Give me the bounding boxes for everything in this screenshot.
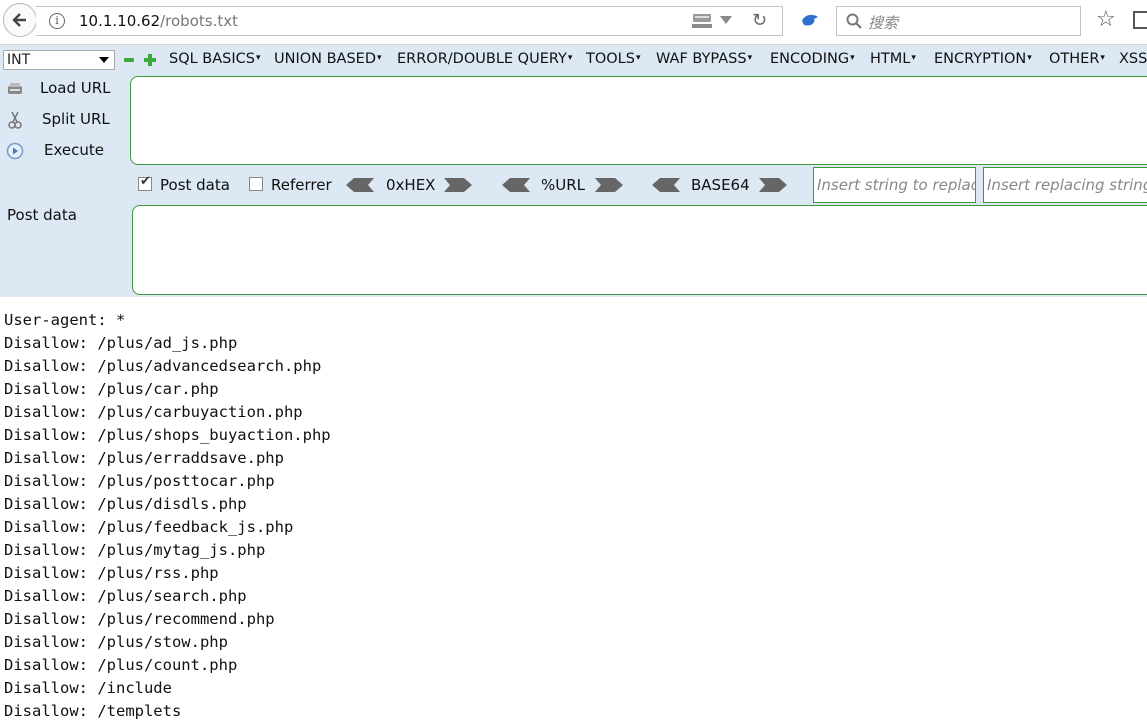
- base64-label: BASE64: [691, 176, 750, 194]
- back-button[interactable]: [3, 3, 37, 37]
- bookmark-star-icon[interactable]: ☆: [1096, 7, 1116, 32]
- execute-label: Execute: [44, 141, 104, 159]
- int-select-value: INT: [7, 52, 31, 68]
- post-data-label: Post data: [7, 206, 77, 224]
- plus-icon[interactable]: [144, 54, 156, 66]
- text-line: Disallow: /plus/stow.php: [4, 633, 228, 651]
- text-line: Disallow: /plus/mytag_js.php: [4, 541, 266, 559]
- menu-label: ERROR/DOUBLE QUERY: [397, 51, 567, 67]
- text-line: Disallow: /plus/count.php: [4, 656, 238, 674]
- load-url-icon: [8, 83, 22, 94]
- text-line: Disallow: /plus/disdls.php: [4, 495, 247, 513]
- text-line: Disallow: /plus/recommend.php: [4, 610, 275, 628]
- base64-encode-arrow-icon[interactable]: [759, 178, 787, 192]
- menu-label: TOOLS: [586, 51, 635, 67]
- network-icon[interactable]: [691, 13, 713, 29]
- text-line: Disallow: /plus/feedback_js.php: [4, 518, 294, 536]
- search-box[interactable]: 搜索: [836, 6, 1081, 36]
- checkmark-icon: ✔: [140, 174, 151, 189]
- info-icon[interactable]: i: [49, 13, 65, 29]
- text-line: Disallow: /plus/ad_js.php: [4, 334, 238, 352]
- minus-icon[interactable]: [124, 58, 134, 62]
- replacing-string-input[interactable]: Insert replacing string: [983, 167, 1147, 203]
- replace-string-input[interactable]: Insert string to replace: [813, 167, 976, 203]
- menu-label: ENCODING: [770, 51, 850, 67]
- url-encode-arrow-icon[interactable]: [595, 178, 623, 192]
- menu-tools[interactable]: TOOLS▾: [586, 51, 641, 67]
- text-line: Disallow: /plus/advancedsearch.php: [4, 357, 322, 375]
- split-url-button[interactable]: Split URL: [0, 107, 125, 133]
- referrer-checkbox[interactable]: [249, 177, 263, 191]
- hackbar-panel: INT SQL BASICS▾ UNION BASED▾ ERROR/DOUBL…: [0, 45, 1147, 297]
- menu-label: SQL BASICS: [169, 51, 255, 67]
- menu-sql-basics[interactable]: SQL BASICS▾: [169, 51, 261, 67]
- menu-label: WAF BYPASS: [656, 51, 747, 67]
- load-url-button[interactable]: Load URL: [0, 76, 125, 102]
- hex-encode-arrow-icon[interactable]: [444, 178, 472, 192]
- text-line: Disallow: /plus/rss.php: [4, 564, 219, 582]
- load-url-label: Load URL: [40, 79, 111, 97]
- menu-html[interactable]: HTML▾: [870, 51, 916, 67]
- text-line: User-agent: *: [4, 311, 126, 329]
- text-line: Disallow: /templets: [4, 702, 182, 720]
- browser-toolbar: i 10.1.10.62/robots.txt ↻ 搜索 ☆: [0, 0, 1147, 45]
- scissors-icon: [8, 111, 22, 129]
- replace-string-placeholder: Insert string to replace: [817, 176, 976, 194]
- text-line: Disallow: /plus/carbuyaction.php: [4, 403, 303, 421]
- menu-label: OTHER: [1049, 51, 1100, 67]
- hackbar-bird-icon[interactable]: [800, 11, 820, 29]
- url-textarea[interactable]: [130, 76, 1147, 165]
- menu-encoding[interactable]: ENCODING▾: [770, 51, 855, 67]
- dropdown-arrow-icon[interactable]: [720, 16, 732, 24]
- hex-label: 0xHEX: [386, 176, 436, 194]
- menu-xss[interactable]: XSS: [1119, 51, 1147, 67]
- menu-label: XSS: [1119, 51, 1147, 67]
- chevron-down-icon: [99, 57, 109, 63]
- robots-txt-content: User-agent: * Disallow: /plus/ad_js.php …: [4, 309, 331, 723]
- url-decode-arrow-icon[interactable]: [502, 178, 530, 192]
- url-text[interactable]: 10.1.10.62/robots.txt: [79, 12, 238, 30]
- text-line: Disallow: /plus/erraddsave.php: [4, 449, 284, 467]
- library-icon[interactable]: [1133, 11, 1147, 29]
- play-icon: [6, 142, 24, 160]
- text-line: Disallow: /plus/car.php: [4, 380, 219, 398]
- text-line: Disallow: /include: [4, 679, 172, 697]
- menu-waf-bypass[interactable]: WAF BYPASS▾: [656, 51, 752, 67]
- post-data-checkbox-label: Post data: [160, 176, 230, 194]
- menu-encryption[interactable]: ENCRYPTION▾: [934, 51, 1032, 67]
- hex-decode-arrow-icon[interactable]: [346, 178, 374, 192]
- menu-label: UNION BASED: [274, 51, 377, 67]
- menu-label: HTML: [870, 51, 911, 67]
- base64-decode-arrow-icon[interactable]: [652, 178, 680, 192]
- text-line: Disallow: /plus/shops_buyaction.php: [4, 426, 331, 444]
- int-select[interactable]: INT: [3, 50, 115, 70]
- menu-label: ENCRYPTION: [934, 51, 1027, 67]
- url-host: 10.1.10.62: [79, 12, 161, 30]
- search-placeholder: 搜索: [868, 14, 899, 32]
- url-bar[interactable]: i 10.1.10.62/robots.txt ↻: [36, 6, 783, 36]
- post-data-checkbox[interactable]: ✔: [138, 174, 152, 191]
- execute-button[interactable]: Execute: [0, 138, 125, 164]
- back-arrow-icon: [12, 13, 26, 27]
- replacing-string-placeholder: Insert replacing string: [987, 176, 1147, 194]
- url-path: /robots.txt: [160, 12, 238, 30]
- text-line: Disallow: /plus/search.php: [4, 587, 247, 605]
- menu-other[interactable]: OTHER▾: [1049, 51, 1105, 67]
- menu-union-based[interactable]: UNION BASED▾: [274, 51, 382, 67]
- text-line: Disallow: /plus/posttocar.php: [4, 472, 275, 490]
- url-encode-label: %URL: [541, 176, 586, 194]
- reload-icon[interactable]: ↻: [752, 10, 767, 31]
- split-url-label: Split URL: [42, 110, 110, 128]
- search-icon: [846, 13, 862, 29]
- referrer-checkbox-label: Referrer: [271, 176, 332, 194]
- post-data-textarea[interactable]: [132, 205, 1147, 295]
- menu-error-double-query[interactable]: ERROR/DOUBLE QUERY▾: [397, 51, 572, 67]
